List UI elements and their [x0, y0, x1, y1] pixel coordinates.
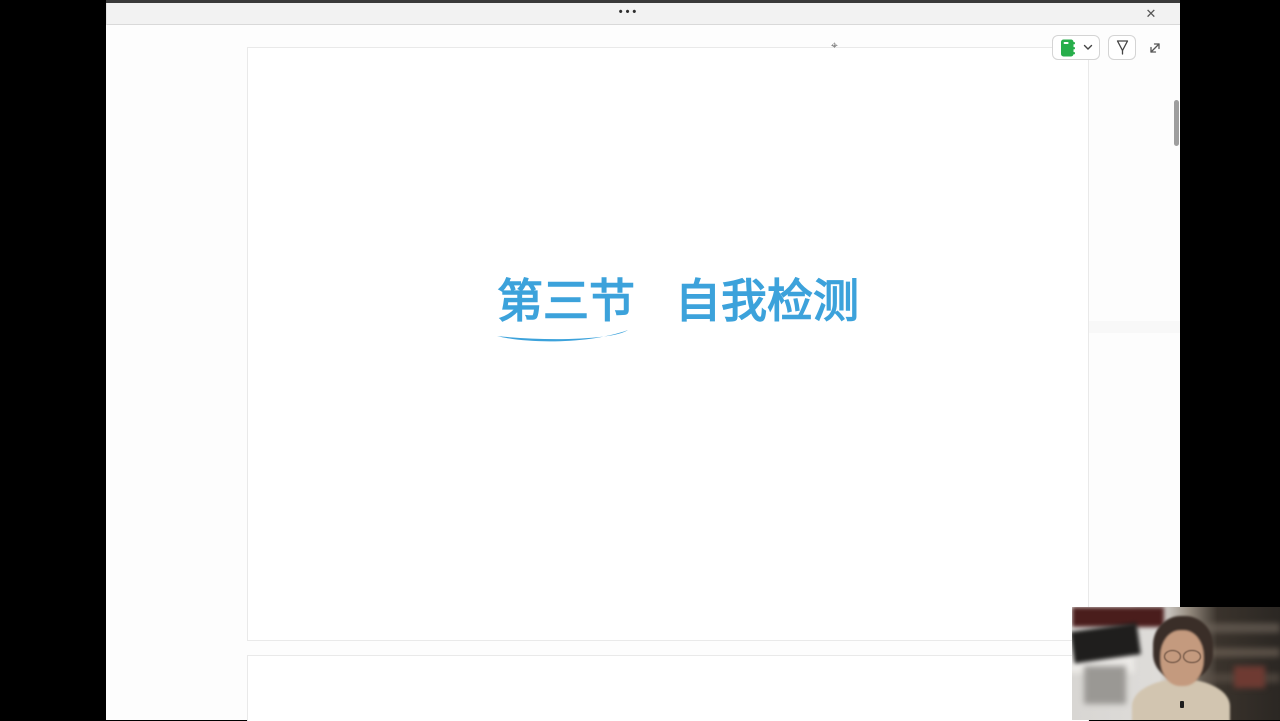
pointer-tool-button[interactable]	[1108, 35, 1136, 60]
titlebar[interactable]: ••• ✕	[106, 3, 1180, 25]
swoosh-underline	[497, 330, 628, 342]
notebook-icon	[1060, 39, 1076, 57]
faint-highlight-band	[1089, 321, 1280, 333]
chevron-down-icon	[1083, 44, 1093, 51]
document-page-2	[247, 655, 1089, 721]
move-cursor-icon: ⌖	[831, 38, 838, 52]
close-icon[interactable]: ✕	[1142, 5, 1160, 23]
section-label: 第三节	[497, 276, 635, 342]
reader-window: ••• ✕ 第三节 自我检测 ⌖	[106, 0, 1180, 721]
scrollbar-thumb[interactable]	[1174, 100, 1179, 146]
notebook-dropdown-button[interactable]	[1052, 35, 1100, 60]
page-title: 第三节 自我检测	[497, 276, 859, 342]
webcam-shelf-object	[1234, 665, 1266, 689]
expand-button[interactable]	[1144, 35, 1166, 60]
section-label-text: 第三节	[497, 276, 635, 327]
reader-toolbar	[1052, 35, 1166, 60]
webcam-shelf	[1200, 622, 1280, 633]
page-title-text: 自我检测	[675, 276, 859, 327]
presenter-glasses	[1163, 649, 1201, 664]
document-page-1: 第三节 自我检测	[247, 47, 1089, 641]
expand-icon	[1148, 41, 1162, 55]
drag-handle-dots[interactable]: •••	[609, 6, 649, 18]
pointer-tool-icon	[1115, 39, 1130, 56]
webcam-overlay	[1072, 607, 1280, 720]
lavalier-mic	[1180, 700, 1185, 708]
webcam-chair-blur	[1084, 665, 1127, 705]
